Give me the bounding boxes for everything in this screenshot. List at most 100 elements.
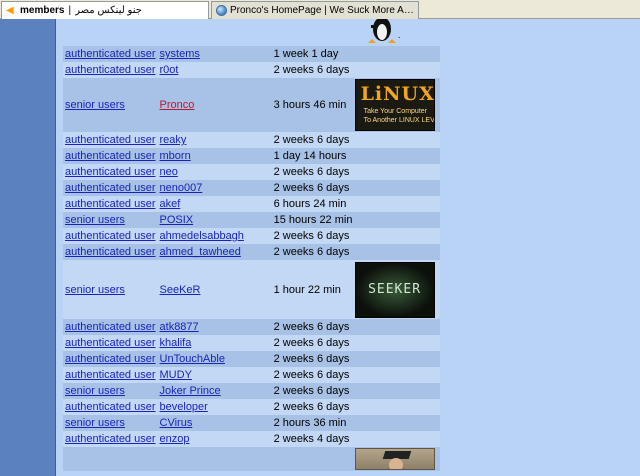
username-cell: r0ot	[157, 62, 274, 78]
table-row: authenticated user akef 6 hours 24 min	[63, 196, 440, 212]
username-cell: mborn	[157, 148, 274, 164]
table-row: authenticated user neno007 2 weeks 6 days	[63, 180, 440, 196]
username-cell: akef	[157, 196, 274, 212]
last-access-cell: 2 weeks 6 days	[273, 367, 355, 383]
avatar-text: To Another LINUX LEVEL	[363, 117, 435, 124]
avatar-cell	[354, 62, 440, 78]
role-link[interactable]: senior users	[65, 284, 125, 296]
username-link[interactable]: UnTouchAble	[160, 353, 225, 365]
table-row: senior users Joker Prince 2 weeks 6 days	[63, 383, 440, 399]
role-cell: authenticated user	[63, 196, 158, 212]
table-row: authenticated user reaky 2 weeks 6 days	[63, 132, 440, 148]
table-row: senior users CVirus 2 hours 36 min	[63, 415, 440, 431]
tab-pronco-homepage[interactable]: Pronco's HomePage | We Suck More And Th.…	[211, 1, 419, 19]
username-link[interactable]: atk8877	[160, 321, 199, 333]
username-link[interactable]: neno007	[160, 182, 203, 194]
username-link[interactable]: mborn	[160, 150, 191, 162]
role-link[interactable]: authenticated user	[65, 230, 156, 242]
role-link[interactable]: authenticated user	[65, 48, 156, 60]
username-link[interactable]: ahmedelsabbagh	[160, 230, 244, 242]
username-link[interactable]: beveloper	[160, 401, 208, 413]
username-link[interactable]: ahmed_tawheed	[160, 246, 241, 258]
avatar-cell	[354, 447, 440, 471]
tab-title: members	[20, 5, 65, 16]
avatar-text: Take Your Computer	[363, 108, 427, 115]
avatar-cell	[354, 399, 440, 415]
avatar-cell	[354, 196, 440, 212]
table-row: authenticated user enzop 2 weeks 4 days	[63, 431, 440, 447]
role-link[interactable]: authenticated user	[65, 321, 156, 333]
graduate-photo-avatar	[354, 448, 435, 470]
table-row: senior users Pronco 3 hours 46 min LiNUX Tak…	[63, 78, 440, 132]
role-link[interactable]: senior users	[65, 417, 125, 429]
username-cell: SeeKeR	[157, 260, 274, 319]
role-link[interactable]: authenticated user	[65, 369, 156, 381]
role-cell: authenticated user	[63, 367, 158, 383]
tab-members[interactable]: ◀ members | جنو لينكس مصر	[1, 1, 209, 19]
username-link[interactable]: CVirus	[160, 417, 193, 429]
role-link[interactable]: senior users	[65, 99, 125, 111]
username-cell: POSIX	[157, 212, 274, 228]
tux-penguin-avatar: •	[368, 19, 400, 43]
username-cell: neno007	[157, 180, 274, 196]
avatar-cell	[354, 164, 440, 180]
avatar-cell	[354, 148, 440, 164]
role-link[interactable]: authenticated user	[65, 166, 156, 178]
last-access-cell: 2 weeks 6 days	[273, 164, 355, 180]
username-cell	[157, 447, 274, 471]
role-link[interactable]: authenticated user	[65, 182, 156, 194]
role-link[interactable]: authenticated user	[65, 246, 156, 258]
avatar-cell	[354, 244, 440, 260]
role-cell: authenticated user	[63, 351, 158, 367]
last-access-cell: 3 hours 46 min	[273, 78, 355, 132]
role-link[interactable]: authenticated user	[65, 150, 156, 162]
username-link[interactable]: akef	[160, 198, 181, 210]
role-link[interactable]: senior users	[65, 385, 125, 397]
role-link[interactable]: authenticated user	[65, 353, 156, 365]
last-access-cell: 2 weeks 6 days	[273, 335, 355, 351]
role-cell: senior users	[63, 383, 158, 399]
last-access-cell: 2 weeks 4 days	[273, 431, 355, 447]
last-access-cell: 6 hours 24 min	[273, 196, 355, 212]
username-link[interactable]: POSIX	[160, 214, 194, 226]
role-link[interactable]: senior users	[65, 214, 125, 226]
last-access-cell: 15 hours 22 min	[273, 212, 355, 228]
avatar-cell	[354, 180, 440, 196]
username-link[interactable]: r0ot	[160, 64, 179, 76]
last-access-cell: 2 weeks 6 days	[273, 319, 355, 335]
username-link[interactable]: MUDY	[160, 369, 192, 381]
linux-logo-avatar: LiNUX Take Your Computer To Another LINUX …	[354, 79, 435, 131]
username-link[interactable]: reaky	[160, 134, 187, 146]
role-link[interactable]: authenticated user	[65, 198, 156, 210]
role-link[interactable]: authenticated user	[65, 433, 156, 445]
last-access-cell: 2 hours 36 min	[273, 415, 355, 431]
back-arrow-icon: ◀	[6, 5, 14, 16]
last-access-cell: 2 weeks 6 days	[273, 244, 355, 260]
username-link[interactable]: neo	[160, 166, 178, 178]
role-cell: senior users	[63, 78, 158, 132]
table-row: authenticated user MUDY 2 weeks 6 days	[63, 367, 440, 383]
avatar-text: LiNUX	[360, 83, 435, 105]
username-cell: MUDY	[157, 367, 274, 383]
table-row: authenticated user khalifa 2 weeks 6 days	[63, 335, 440, 351]
username-link[interactable]: SeeKeR	[160, 284, 201, 296]
username-cell: reaky	[157, 132, 274, 148]
role-cell: authenticated user	[63, 164, 158, 180]
username-link[interactable]: khalifa	[160, 337, 192, 349]
username-cell: UnTouchAble	[157, 351, 274, 367]
role-link[interactable]: authenticated user	[65, 64, 156, 76]
username-link[interactable]: Joker Prince	[160, 385, 221, 397]
role-link[interactable]: authenticated user	[65, 401, 156, 413]
role-link[interactable]: authenticated user	[65, 134, 156, 146]
username-link[interactable]: enzop	[160, 433, 190, 445]
role-link[interactable]: authenticated user	[65, 337, 156, 349]
role-cell: authenticated user	[63, 244, 158, 260]
table-row: authenticated user ahmed_tawheed 2 weeks 6…	[63, 244, 440, 260]
username-cell: neo	[157, 164, 274, 180]
username-link[interactable]: Pronco	[160, 99, 195, 111]
username-link[interactable]: systems	[160, 48, 200, 60]
last-access-cell: 1 week 1 day	[273, 46, 355, 62]
avatar-cell	[354, 319, 440, 335]
last-access-cell: 1 day 14 hours	[273, 148, 355, 164]
role-cell: authenticated user	[63, 319, 158, 335]
